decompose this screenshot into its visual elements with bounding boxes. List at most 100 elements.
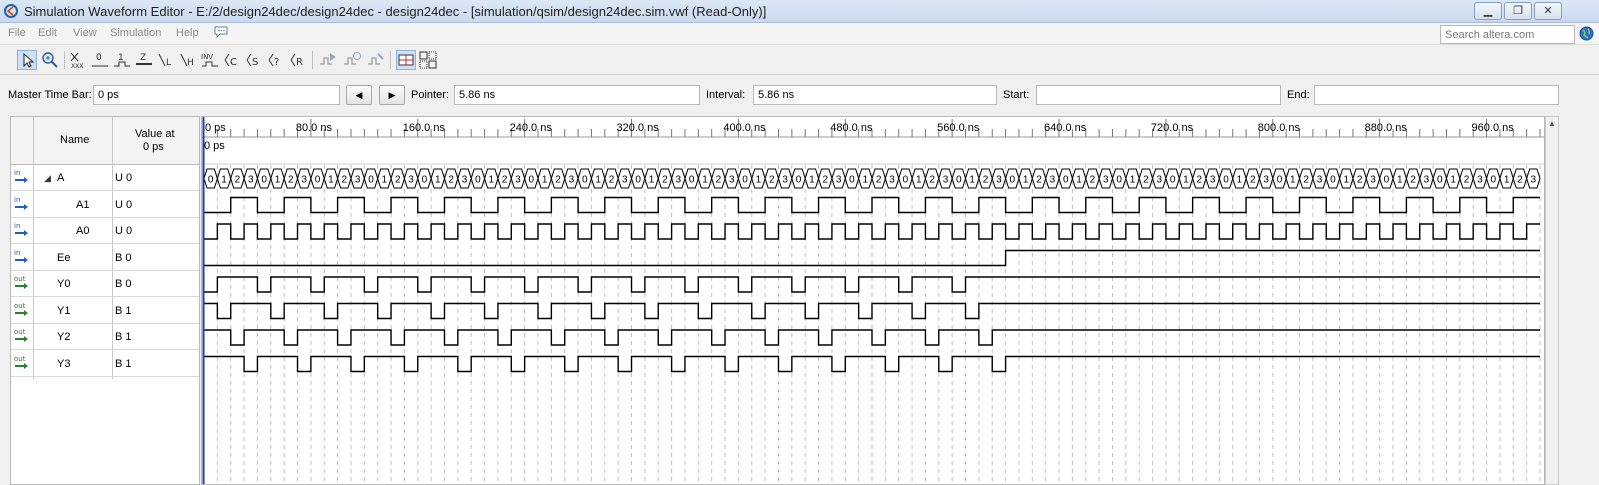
toolbar-separator (390, 51, 391, 69)
vertical-scrollbar[interactable]: ▲ (1545, 116, 1559, 485)
zoom-tool-button[interactable] (40, 50, 60, 70)
expand-collapse-icon[interactable]: ◢ (44, 173, 51, 184)
bus-value-label: 1 (1023, 175, 1029, 186)
bus-value-label: 0 (208, 175, 214, 186)
signal-row-a1[interactable]: in A1 U 0 (11, 192, 199, 218)
bus-value-label: 0 (1384, 175, 1390, 186)
bus-value-label: 3 (729, 175, 735, 186)
bus-value-label: 3 (462, 175, 468, 186)
name-column-header[interactable]: Name (60, 134, 89, 146)
menu-file[interactable]: File (8, 27, 26, 39)
force-weak-high-icon: H (180, 53, 194, 68)
signal-row-y0[interactable]: out Y0 B 0 (11, 271, 199, 297)
signal-row-y1[interactable]: out Y1 B 1 (11, 298, 199, 324)
minimize-icon: ▁ (1483, 5, 1493, 17)
value-column-header[interactable]: Value at (135, 128, 175, 140)
scroll-up-icon[interactable]: ▲ (1548, 119, 1556, 128)
minimize-button[interactable]: ▁ (1474, 2, 1502, 20)
menu-view[interactable]: View (73, 27, 97, 39)
restore-button[interactable]: ❐ (1504, 2, 1532, 20)
snap-to-grid-button[interactable] (396, 50, 416, 70)
signal-row-a0[interactable]: in A0 U 0 (11, 218, 199, 244)
master-time-bar-field[interactable]: 0 ps (93, 85, 340, 105)
search-input[interactable] (1441, 26, 1573, 43)
bus-value-label: 3 (1531, 175, 1537, 186)
select-pointer-button[interactable] (17, 50, 37, 70)
signal-value: U 0 (115, 198, 133, 211)
feedback-icon[interactable] (214, 26, 228, 39)
run-timing-simulation-button[interactable] (342, 50, 362, 70)
force-high-impedance-button[interactable]: Z (134, 50, 154, 70)
signal-table-header: Name Value at 0 ps (11, 117, 199, 165)
bus-value-label: 0 (475, 175, 481, 186)
menu-help[interactable]: Help (176, 27, 199, 39)
signal-name: A1 (76, 198, 90, 211)
bus-value-label: 0 (689, 175, 695, 186)
next-transition-button[interactable]: ▶ (379, 85, 405, 105)
bus-value-label: 0 (1437, 175, 1443, 186)
output-pin-icon: out (14, 302, 28, 316)
force-weak-low-button[interactable]: L (156, 50, 176, 70)
force-high-button[interactable]: 1 (112, 50, 132, 70)
run-functional-simulation-icon (320, 53, 336, 65)
close-button[interactable]: ✕ (1534, 2, 1562, 20)
generate-netlist-button[interactable] (366, 50, 386, 70)
count-value-button[interactable]: C (222, 50, 242, 70)
timeline-tick-label: 720.0 ns (1151, 122, 1194, 134)
signal-row-ee[interactable]: in Ee B 0 (11, 245, 199, 271)
timeline-tick-label: 320.0 ns (617, 122, 660, 134)
search-box[interactable] (1440, 25, 1575, 44)
bus-value-label: 2 (448, 175, 454, 186)
force-low-button[interactable]: 0 (90, 50, 110, 70)
app-icon (4, 4, 18, 18)
pointer-field: 5.86 ns (454, 85, 700, 105)
globe-icon[interactable] (1579, 26, 1594, 41)
bus-value-label: 0 (261, 175, 267, 186)
signal-row-a[interactable]: in ◢ A U 0 (11, 165, 199, 191)
invert-icon: INV (201, 53, 218, 67)
bus-value-label: 0 (1116, 175, 1122, 186)
svg-text:R: R (296, 57, 303, 68)
grid-button[interactable] (418, 50, 438, 70)
force-weak-low-icon: L (158, 53, 171, 68)
invert-button[interactable]: INV (200, 50, 220, 70)
bus-value-label: 3 (675, 175, 681, 186)
force-weak-high-button[interactable]: H (178, 50, 198, 70)
timeline-tick-label: 960.0 ns (1472, 122, 1515, 134)
output-pin-icon: out (14, 275, 28, 289)
bus-value-label: 0 (315, 175, 321, 186)
timeline-tick-label: 640.0 ns (1044, 122, 1087, 134)
bus-value-label: 2 (1357, 175, 1363, 186)
force-high-icon: 1 (114, 53, 130, 67)
signal-row-y2[interactable]: out Y2 B 1 (11, 324, 199, 350)
signal-row-y3[interactable]: out Y3 B 1 (11, 351, 199, 377)
grid-icon (419, 51, 437, 69)
menu-edit[interactable]: Edit (38, 27, 57, 39)
bus-value-label: 1 (863, 175, 869, 186)
waveform-panel[interactable]: 0 ps 80.0 ns 160.0 ns 240.0 ns 320.0 ns 400.0… (201, 116, 1545, 485)
bus-value-label: 0 (1330, 175, 1336, 186)
master-time-bar-label: Master Time Bar: (8, 89, 92, 101)
run-functional-simulation-button[interactable] (318, 50, 338, 70)
waveform-canvas[interactable]: 0 ps 80.0 ns 160.0 ns 240.0 ns 320.0 ns 400.0… (202, 117, 1544, 484)
bus-value-label: 1 (1504, 175, 1510, 186)
previous-transition-button[interactable]: ◀ (346, 85, 372, 105)
input-pin-icon: in (14, 169, 28, 183)
bus-value-label: 3 (836, 175, 842, 186)
signal-value: B 1 (115, 331, 132, 343)
svg-text:H: H (187, 58, 194, 68)
force-unknown-button[interactable]: XXX (68, 50, 88, 70)
signal-name: Y2 (57, 331, 71, 343)
right-arrow-icon: ▶ (388, 90, 396, 100)
bus-value-label: 1 (969, 175, 975, 186)
menu-simulation[interactable]: Simulation (110, 27, 161, 39)
force-unknown-icon: XXX (70, 52, 83, 70)
random-value-button[interactable]: ? (266, 50, 286, 70)
force-dont-care-button[interactable]: S (244, 50, 264, 70)
bus-value-label: 1 (488, 175, 494, 186)
svg-text:Z: Z (140, 53, 146, 63)
bus-value-label: 3 (1370, 175, 1376, 186)
signal-value: B 1 (115, 357, 132, 370)
reverse-bus-button[interactable]: R (288, 50, 308, 70)
end-field (1314, 85, 1559, 105)
